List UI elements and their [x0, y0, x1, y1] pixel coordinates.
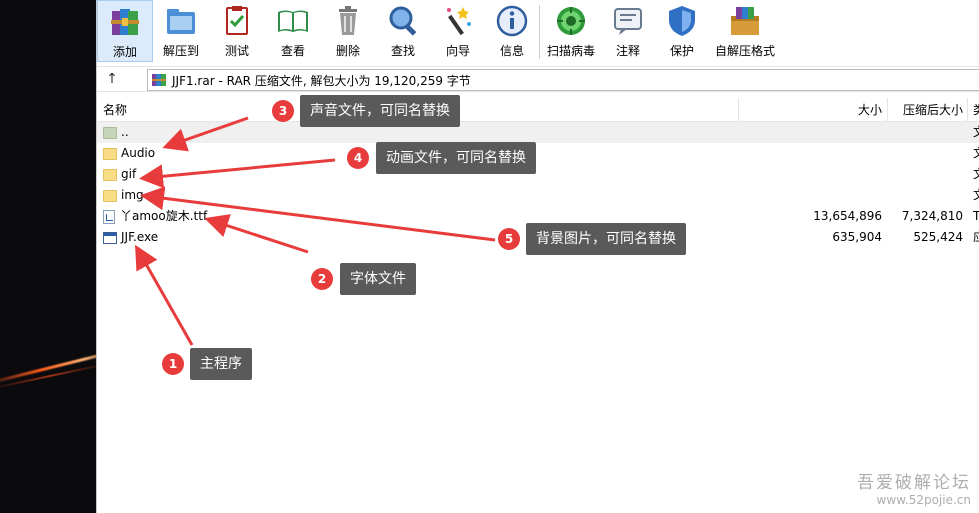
protect-icon: [669, 6, 695, 36]
font-file-icon: [103, 209, 115, 224]
file-size: 13,654,896: [813, 209, 882, 223]
annotation-exe: 主程序: [190, 348, 252, 380]
column-divider[interactable]: [887, 98, 888, 122]
file-name: gif: [121, 167, 137, 181]
column-header-size[interactable]: 大小: [797, 98, 882, 122]
annotation-img: 背景图片，可同名替换: [526, 223, 686, 255]
test-button[interactable]: 测试: [209, 0, 265, 62]
view-icon: [278, 10, 308, 32]
folder-icon: [103, 147, 117, 160]
winrar-window: 添加 解压到 测试 查看 删除 查找 向导 信息 扫描病毒 注释 保护 自解压格…: [96, 0, 979, 513]
info-button[interactable]: 信息: [485, 0, 539, 62]
wizard-button[interactable]: 向导: [431, 0, 485, 62]
folder-icon: [103, 189, 117, 202]
info-icon: [496, 5, 528, 37]
file-name: img: [121, 188, 144, 202]
file-name: JJF.exe: [121, 230, 159, 244]
file-type: 文: [973, 164, 979, 185]
sfx-icon: [731, 7, 759, 35]
extract-to-icon: [167, 9, 195, 34]
extract-to-button[interactable]: 解压到: [153, 0, 209, 62]
file-name: ..: [121, 125, 129, 139]
watermark: 吾爱破解论坛 www.52pojie.cn: [857, 473, 971, 507]
column-header-name[interactable]: 名称: [103, 98, 127, 122]
file-type: 文: [973, 143, 979, 164]
column-header-type[interactable]: 类: [973, 98, 979, 122]
file-packed-size: 7,324,810: [901, 209, 963, 223]
add-archive-icon: [111, 9, 139, 35]
annotation-badge: 5: [498, 228, 520, 250]
virus-scan-icon: [557, 7, 585, 35]
add-button[interactable]: 添加: [97, 0, 153, 62]
file-type: 应: [973, 227, 979, 248]
address-text: JJF1.rar - RAR 压缩文件, 解包大小为 19,120,259 字节: [172, 73, 471, 88]
sfx-button[interactable]: 自解压格式: [710, 0, 780, 62]
column-divider[interactable]: [967, 98, 968, 122]
annotation-badge: 1: [162, 353, 184, 375]
find-button[interactable]: 查找: [375, 0, 431, 62]
column-divider[interactable]: [738, 98, 739, 122]
file-name: Audio: [121, 146, 156, 160]
file-size: 635,904: [832, 230, 882, 244]
toolbar: 添加 解压到 测试 查看 删除 查找 向导 信息 扫描病毒 注释 保护 自解压格…: [97, 0, 979, 64]
file-type: 文: [973, 122, 979, 143]
folder-icon: [103, 168, 117, 181]
annotation-gif: 动画文件，可同名替换: [376, 142, 536, 174]
protect-button[interactable]: 保护: [654, 0, 710, 62]
address-field[interactable]: JJF1.rar - RAR 压缩文件, 解包大小为 19,120,259 字节: [147, 69, 979, 91]
comment-icon: [614, 8, 642, 35]
up-arrow-icon[interactable]: ↑: [97, 71, 127, 87]
rar-archive-icon: [152, 74, 166, 86]
delete-icon: [339, 6, 357, 35]
address-bar: ↑ JJF1.rar - RAR 压缩文件, 解包大小为 19,120,259 …: [97, 66, 979, 92]
table-row[interactable]: .. 文: [97, 122, 979, 143]
file-type: T: [973, 209, 979, 223]
annotation-badge: 2: [311, 268, 333, 290]
delete-button[interactable]: 删除: [321, 0, 375, 62]
comment-button[interactable]: 注释: [602, 0, 654, 62]
test-icon: [226, 6, 248, 35]
column-header-packed[interactable]: 压缩后大小: [897, 98, 963, 122]
annotation-badge: 4: [347, 147, 369, 169]
find-icon: [389, 6, 417, 36]
view-button[interactable]: 查看: [265, 0, 321, 62]
exe-file-icon: [103, 231, 117, 244]
annotation-font: 字体文件: [340, 263, 416, 295]
virus-scan-button[interactable]: 扫描病毒: [540, 0, 602, 62]
file-name: 丫amoo旋木.ttf: [120, 209, 208, 223]
file-packed-size: 525,424: [913, 230, 963, 244]
parent-folder-icon: [103, 126, 117, 139]
file-list-header: 名称 大小 压缩后大小 类: [97, 98, 979, 122]
desktop-background: [0, 0, 96, 513]
table-row[interactable]: Audio 文: [97, 143, 979, 164]
annotation-badge: 3: [272, 100, 294, 122]
light-streak: [0, 346, 96, 387]
table-row[interactable]: img 文: [97, 185, 979, 206]
wizard-icon: [447, 7, 471, 36]
file-type: 文: [973, 185, 979, 206]
annotation-audio: 声音文件，可同名替换: [300, 95, 460, 127]
table-row[interactable]: gif 文: [97, 164, 979, 185]
